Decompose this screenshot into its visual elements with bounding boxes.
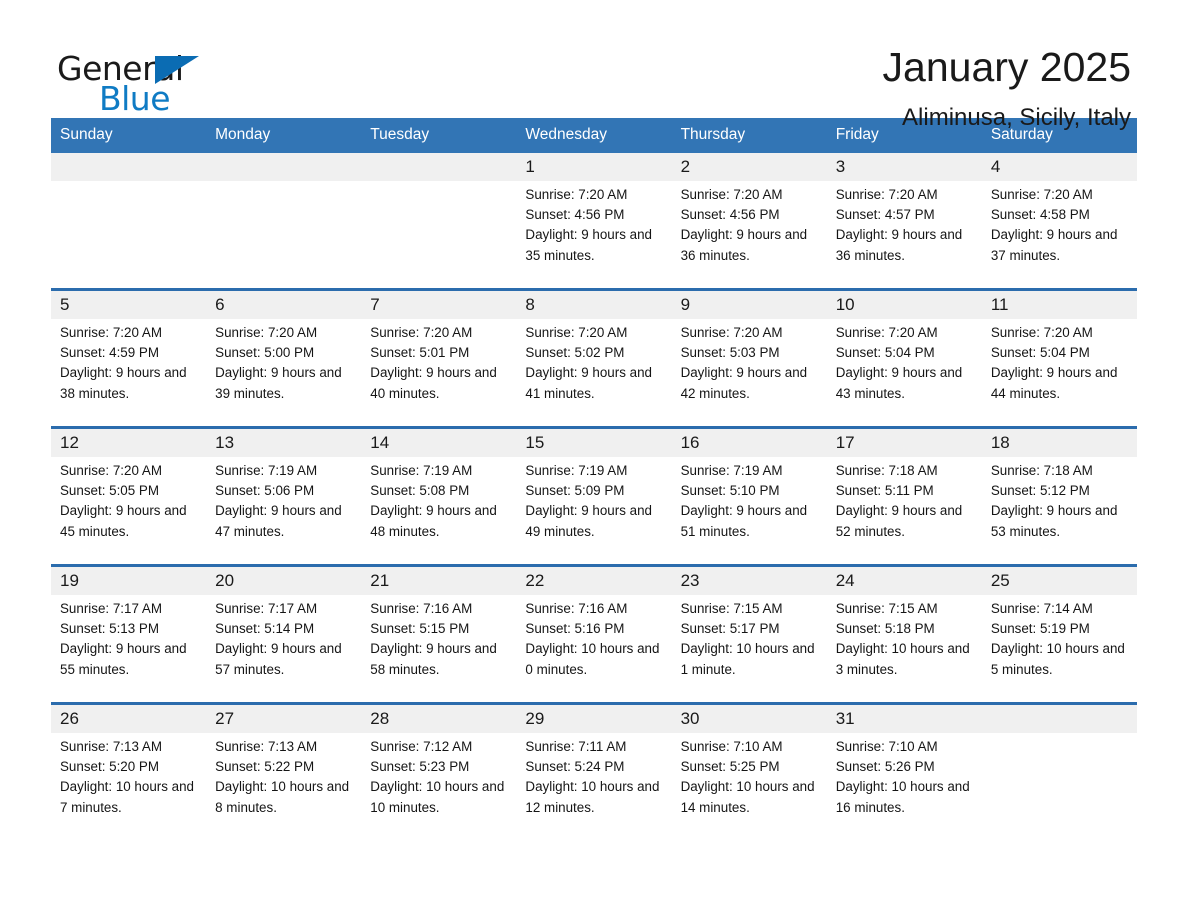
- day-cell-detail: Sunrise: 7:20 AM Sunset: 5:05 PM Dayligh…: [51, 456, 207, 566]
- week-4-detail-row: Sunrise: 7:17 AM Sunset: 5:13 PM Dayligh…: [51, 594, 1137, 704]
- day-cell-detail: Sunrise: 7:14 AM Sunset: 5:19 PM Dayligh…: [981, 594, 1137, 704]
- day-number: 29: [516, 702, 672, 733]
- day-number: 17: [826, 426, 982, 457]
- title-block: January 2025 Aliminusa, Sicily, Italy: [883, 44, 1131, 130]
- day-number: [51, 153, 207, 181]
- day-number: 30: [671, 702, 827, 733]
- day-number: 22: [516, 564, 672, 595]
- day-number: [206, 153, 362, 181]
- day-cell-detail: Sunrise: 7:15 AM Sunset: 5:17 PM Dayligh…: [671, 594, 827, 704]
- day-cell-detail: Sunrise: 7:19 AM Sunset: 5:09 PM Dayligh…: [516, 456, 672, 566]
- page-title: January 2025: [882, 44, 1131, 90]
- day-number: 28: [361, 702, 517, 733]
- day-number: 11: [981, 288, 1137, 319]
- day-cell-detail: Sunrise: 7:20 AM Sunset: 5:01 PM Dayligh…: [361, 318, 517, 428]
- week-1-detail-row: Sunrise: 7:20 AM Sunset: 4:56 PM Dayligh…: [51, 180, 1137, 290]
- week-3-number-row: 12 13 14 15 16 17 18: [51, 426, 1137, 457]
- day-cell-detail: Sunrise: 7:20 AM Sunset: 4:56 PM Dayligh…: [671, 180, 827, 290]
- day-cell-detail: Sunrise: 7:20 AM Sunset: 4:58 PM Dayligh…: [981, 180, 1137, 290]
- day-number: [981, 702, 1137, 733]
- day-cell-detail: Sunrise: 7:20 AM Sunset: 4:56 PM Dayligh…: [516, 180, 672, 290]
- day-number: 18: [981, 426, 1137, 457]
- day-cell-detail: Sunrise: 7:17 AM Sunset: 5:14 PM Dayligh…: [206, 594, 362, 704]
- day-number: 21: [361, 564, 517, 595]
- logo-text-blue: Blue: [99, 79, 171, 118]
- day-number: 6: [206, 288, 362, 319]
- day-cell-detail: Sunrise: 7:20 AM Sunset: 4:57 PM Dayligh…: [826, 180, 982, 290]
- week-5-number-row: 26 27 28 29 30 31: [51, 702, 1137, 733]
- day-number: 8: [516, 288, 672, 319]
- dow-wednesday: Wednesday: [516, 118, 672, 153]
- day-number: 14: [361, 426, 517, 457]
- day-number: 5: [51, 288, 207, 319]
- general-blue-logo[interactable]: General Blue: [57, 44, 207, 118]
- day-number: 25: [981, 564, 1137, 595]
- day-cell-detail: Sunrise: 7:10 AM Sunset: 5:26 PM Dayligh…: [826, 732, 982, 842]
- day-cell-detail: Sunrise: 7:16 AM Sunset: 5:15 PM Dayligh…: [361, 594, 517, 704]
- day-number: [361, 153, 517, 181]
- week-2-detail-row: Sunrise: 7:20 AM Sunset: 4:59 PM Dayligh…: [51, 318, 1137, 428]
- day-number: 13: [206, 426, 362, 457]
- day-cell-detail: [361, 180, 517, 290]
- day-cell-detail: Sunrise: 7:18 AM Sunset: 5:11 PM Dayligh…: [826, 456, 982, 566]
- page-header: General Blue January 2025 Aliminusa, Sic…: [0, 0, 1188, 130]
- day-cell-detail: [206, 180, 362, 290]
- day-cell-detail: Sunrise: 7:13 AM Sunset: 5:22 PM Dayligh…: [206, 732, 362, 842]
- day-number: 20: [206, 564, 362, 595]
- day-number: 31: [826, 702, 982, 733]
- day-cell-detail: Sunrise: 7:13 AM Sunset: 5:20 PM Dayligh…: [51, 732, 207, 842]
- week-5-detail-row: Sunrise: 7:13 AM Sunset: 5:20 PM Dayligh…: [51, 732, 1137, 842]
- day-cell-detail: Sunrise: 7:20 AM Sunset: 5:04 PM Dayligh…: [981, 318, 1137, 428]
- day-number: 24: [826, 564, 982, 595]
- dow-sunday: Sunday: [51, 118, 207, 153]
- day-cell-detail: Sunrise: 7:16 AM Sunset: 5:16 PM Dayligh…: [516, 594, 672, 704]
- day-number: 4: [981, 153, 1137, 181]
- day-cell-detail: Sunrise: 7:19 AM Sunset: 5:06 PM Dayligh…: [206, 456, 362, 566]
- day-number: 27: [206, 702, 362, 733]
- day-number: 19: [51, 564, 207, 595]
- day-cell-detail: Sunrise: 7:19 AM Sunset: 5:08 PM Dayligh…: [361, 456, 517, 566]
- day-number: 16: [671, 426, 827, 457]
- day-cell-detail: Sunrise: 7:17 AM Sunset: 5:13 PM Dayligh…: [51, 594, 207, 704]
- day-cell-detail: Sunrise: 7:15 AM Sunset: 5:18 PM Dayligh…: [826, 594, 982, 704]
- calendar-body: 1 2 3 4 Sunrise: 7:20 AM Sunset: 4:56 PM…: [51, 153, 1137, 842]
- day-cell-detail: Sunrise: 7:20 AM Sunset: 5:02 PM Dayligh…: [516, 318, 672, 428]
- day-number: 10: [826, 288, 982, 319]
- day-number: 9: [671, 288, 827, 319]
- day-cell-detail: Sunrise: 7:20 AM Sunset: 5:03 PM Dayligh…: [671, 318, 827, 428]
- dow-monday: Monday: [206, 118, 362, 153]
- day-cell-detail: Sunrise: 7:20 AM Sunset: 4:59 PM Dayligh…: [51, 318, 207, 428]
- day-cell-detail: [51, 180, 207, 290]
- day-cell-detail: Sunrise: 7:10 AM Sunset: 5:25 PM Dayligh…: [671, 732, 827, 842]
- week-3-detail-row: Sunrise: 7:20 AM Sunset: 5:05 PM Dayligh…: [51, 456, 1137, 566]
- day-number: 1: [516, 153, 672, 181]
- day-cell-detail: Sunrise: 7:11 AM Sunset: 5:24 PM Dayligh…: [516, 732, 672, 842]
- day-cell-detail: [981, 732, 1137, 842]
- day-cell-detail: Sunrise: 7:20 AM Sunset: 5:00 PM Dayligh…: [206, 318, 362, 428]
- month-calendar: Sunday Monday Tuesday Wednesday Thursday…: [51, 118, 1137, 842]
- dow-thursday: Thursday: [671, 118, 827, 153]
- day-cell-detail: Sunrise: 7:18 AM Sunset: 5:12 PM Dayligh…: [981, 456, 1137, 566]
- day-cell-detail: Sunrise: 7:20 AM Sunset: 5:04 PM Dayligh…: [826, 318, 982, 428]
- day-number: 26: [51, 702, 207, 733]
- week-2-number-row: 5 6 7 8 9 10 11: [51, 288, 1137, 319]
- calendar-page: General Blue January 2025 Aliminusa, Sic…: [0, 0, 1188, 918]
- day-number: 23: [671, 564, 827, 595]
- day-number: 2: [671, 153, 827, 181]
- day-number: 3: [826, 153, 982, 181]
- day-number: 15: [516, 426, 672, 457]
- day-number: 12: [51, 426, 207, 457]
- day-number: 7: [361, 288, 517, 319]
- day-cell-detail: Sunrise: 7:12 AM Sunset: 5:23 PM Dayligh…: [361, 732, 517, 842]
- week-4-number-row: 19 20 21 22 23 24 25: [51, 564, 1137, 595]
- week-1-number-row: 1 2 3 4: [51, 153, 1137, 181]
- day-cell-detail: Sunrise: 7:19 AM Sunset: 5:10 PM Dayligh…: [671, 456, 827, 566]
- dow-tuesday: Tuesday: [361, 118, 517, 153]
